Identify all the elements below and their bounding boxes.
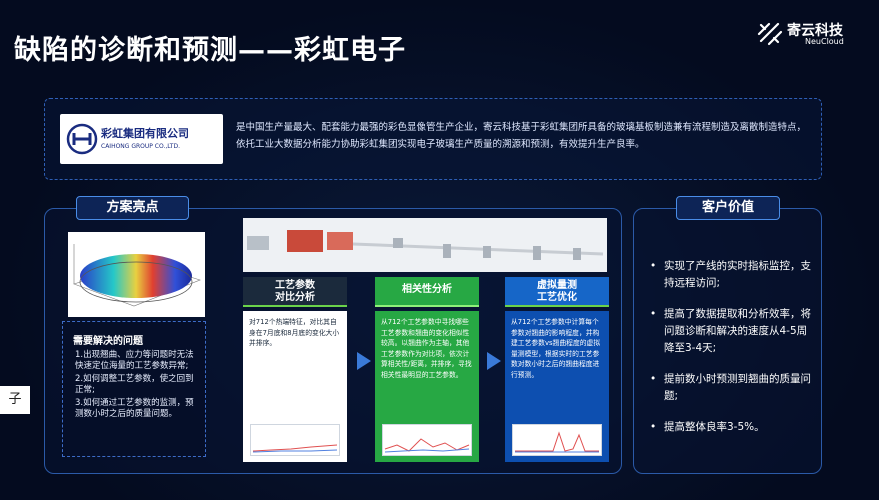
page-title: 缺陷的诊断和预测——彩虹电子 — [14, 35, 406, 66]
highlights-label: 方案亮点 — [76, 196, 189, 220]
company-name-cn: 彩虹集团有限公司 — [101, 127, 189, 140]
step-head-line: 相关性分析 — [402, 284, 452, 295]
step-text: 从712个工艺参数中寻找哪些工艺参数和翘曲的变化相似性较高。以翘曲作为主轴，其他… — [381, 318, 472, 379]
slide: 缺陷的诊断和预测——彩虹电子 寄云科技 NeuCloud 彩虹集团有限公司 CA… — [0, 0, 879, 500]
side-fragment-box: 子 — [0, 386, 30, 414]
brand-name-en: NeuCloud — [805, 37, 844, 46]
problems-list: 1.出现翘曲、应力等问题时无法快速定位海量的工艺参数异常; 2.如何调整工艺参数… — [75, 350, 201, 422]
problems-box: 需要解决的问题 1.出现翘曲、应力等问题时无法快速定位海量的工艺参数异常; 2.… — [62, 321, 206, 457]
neucloud-logo-icon — [757, 22, 783, 46]
customer-value-label: 客户价值 — [676, 196, 780, 220]
value-item: 提前数小时预测到翘曲的质量问题; — [650, 371, 812, 405]
step-head-virtual-metrology: 虚拟量测 工艺优化 — [505, 277, 609, 307]
step-head-line: 工艺优化 — [537, 292, 577, 303]
mini-chart — [512, 424, 602, 456]
step-body-virtual-metrology: 从712个工艺参数中计算每个参数对翘曲的影响程度，并构建工艺参数vs翘曲程度的虚… — [505, 311, 609, 462]
step-text: 从712个工艺参数中计算每个参数对翘曲的影响程度，并构建工艺参数vs翘曲程度的虚… — [511, 318, 601, 379]
problem-item: 3.如何通过工艺参数的监测，预测数小时之后的质量问题。 — [75, 398, 194, 419]
arrow-right-icon — [357, 352, 371, 370]
value-item: 实现了产线的实时指标监控，支持远程访问; — [650, 258, 812, 292]
step-head-line: 对比分析 — [275, 292, 315, 303]
intro-box: 彩虹集团有限公司 CAIHONG GROUP CO.,LTD. 是中国生产量最大… — [44, 98, 822, 180]
problems-title: 需要解决的问题 — [73, 336, 143, 347]
mini-chart — [382, 424, 472, 456]
step-head-comparison: 工艺参数 对比分析 — [243, 277, 347, 307]
step-body-correlation: 从712个工艺参数中寻找哪些工艺参数和翘曲的变化相似性较高。以翘曲作为主轴，其他… — [375, 311, 479, 462]
value-item: 提高整体良率3-5%。 — [650, 419, 812, 436]
company-name-en: CAIHONG GROUP CO.,LTD. — [101, 143, 180, 150]
arrow-right-icon — [487, 352, 501, 370]
problem-item: 2.如何调整工艺参数，使之回到正常; — [75, 374, 194, 395]
value-item: 提高了数据提取和分析效率，将问题诊断和解决的速度从4-5周降至3-4天; — [650, 306, 812, 357]
problem-item: 1.出现翘曲、应力等问题时无法快速定位海量的工艺参数异常; — [75, 350, 194, 371]
customer-value-list: 实现了产线的实时指标监控，支持远程访问; 提高了数据提取和分析效率，将问题诊断和… — [650, 258, 812, 450]
production-line-image — [243, 218, 607, 272]
intro-text: 是中国生产量最大、配套能力最强的彩色显像管生产企业，寄云科技基于彩虹集团所具备的… — [236, 122, 807, 150]
mini-chart — [250, 424, 340, 456]
step-body-comparison: 对712个热端特征，对比其自身在7月底和8月底的变化大小并排序。 — [243, 311, 347, 462]
step-head-line: 虚拟量测 — [537, 280, 577, 291]
caihong-logo-icon — [66, 123, 98, 155]
step-head-line: 工艺参数 — [275, 280, 315, 291]
brand-logo: 寄云科技 NeuCloud — [757, 20, 865, 50]
company-card: 彩虹集团有限公司 CAIHONG GROUP CO.,LTD. — [60, 114, 223, 164]
step-text: 对712个热端特征，对比其自身在7月底和8月底的变化大小并排序。 — [249, 318, 340, 347]
warp-surface-image — [68, 232, 205, 317]
step-head-correlation: 相关性分析 — [375, 277, 479, 307]
